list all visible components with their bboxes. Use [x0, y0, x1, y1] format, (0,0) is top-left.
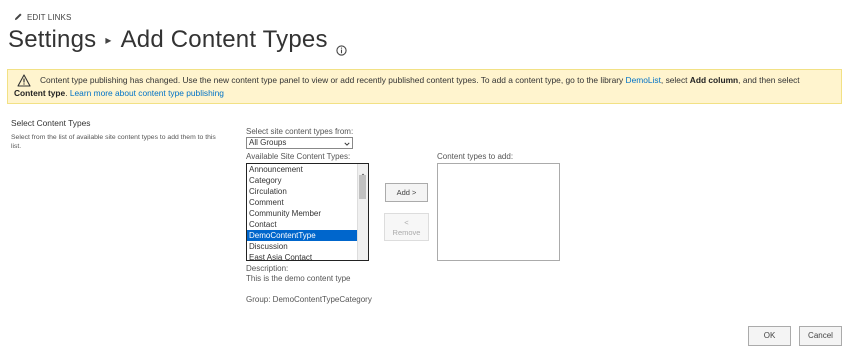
add-button[interactable]: Add >: [385, 183, 428, 202]
warning-text: Content type publishing has changed. Use…: [14, 75, 800, 98]
scroll-thumb[interactable]: [359, 175, 366, 199]
list-item[interactable]: Circulation: [247, 186, 358, 197]
chevron-down-icon: [344, 140, 350, 146]
learn-more-link[interactable]: Learn more about content type publishing: [70, 88, 224, 98]
list-scrollbar[interactable]: [357, 164, 368, 260]
remove-button[interactable]: < Remove: [384, 213, 429, 241]
list-item[interactable]: Contact: [247, 219, 358, 230]
remove-label: Remove: [392, 228, 421, 237]
available-label: Available Site Content Types:: [246, 152, 351, 161]
content-types-to-add-list[interactable]: [437, 163, 560, 261]
list-item[interactable]: DemoContentType: [247, 230, 358, 241]
list-item[interactable]: Category: [247, 175, 358, 186]
demolist-link[interactable]: DemoList: [626, 75, 661, 85]
pencil-icon: [14, 12, 23, 23]
group-value: Group: DemoContentTypeCategory: [246, 295, 372, 304]
edit-links-label: EDIT LINKS: [27, 13, 72, 22]
select-from-label: Select site content types from:: [246, 127, 354, 136]
section-description: Select from the list of available site c…: [11, 134, 216, 150]
to-add-label: Content types to add:: [437, 152, 514, 161]
scroll-down-icon[interactable]: [360, 253, 366, 259]
cancel-button[interactable]: Cancel: [799, 326, 842, 346]
breadcrumb-current: Add Content Types: [120, 26, 328, 53]
page-title: Settings ▸ Add Content Types: [8, 26, 347, 56]
available-content-types-list[interactable]: Announcement Category Circulation Comment Co…: [246, 163, 369, 261]
ok-button[interactable]: OK: [748, 326, 791, 346]
breadcrumb-settings[interactable]: Settings: [8, 26, 96, 54]
description-value: This is the demo content type: [246, 274, 351, 283]
list-item[interactable]: Announcement: [247, 164, 358, 175]
edit-links-button[interactable]: EDIT LINKS: [14, 12, 71, 23]
available-items: Announcement Category Circulation Comment Co…: [247, 164, 358, 260]
remove-arrow: <: [404, 218, 409, 227]
list-item[interactable]: Community Member: [247, 208, 358, 219]
info-icon[interactable]: [336, 35, 347, 56]
description-label: Description:: [246, 264, 289, 273]
group-select[interactable]: All Groups: [246, 137, 353, 149]
warning-banner: Content type publishing has changed. Use…: [7, 69, 842, 104]
list-item[interactable]: East Asia Contact: [247, 252, 358, 260]
list-item[interactable]: Comment: [247, 197, 358, 208]
scroll-up-icon[interactable]: [360, 165, 366, 177]
breadcrumb-arrow-icon: ▸: [105, 33, 112, 47]
section-title: Select Content Types: [11, 118, 91, 128]
group-select-value: All Groups: [249, 138, 287, 147]
list-item[interactable]: Discussion: [247, 241, 358, 252]
